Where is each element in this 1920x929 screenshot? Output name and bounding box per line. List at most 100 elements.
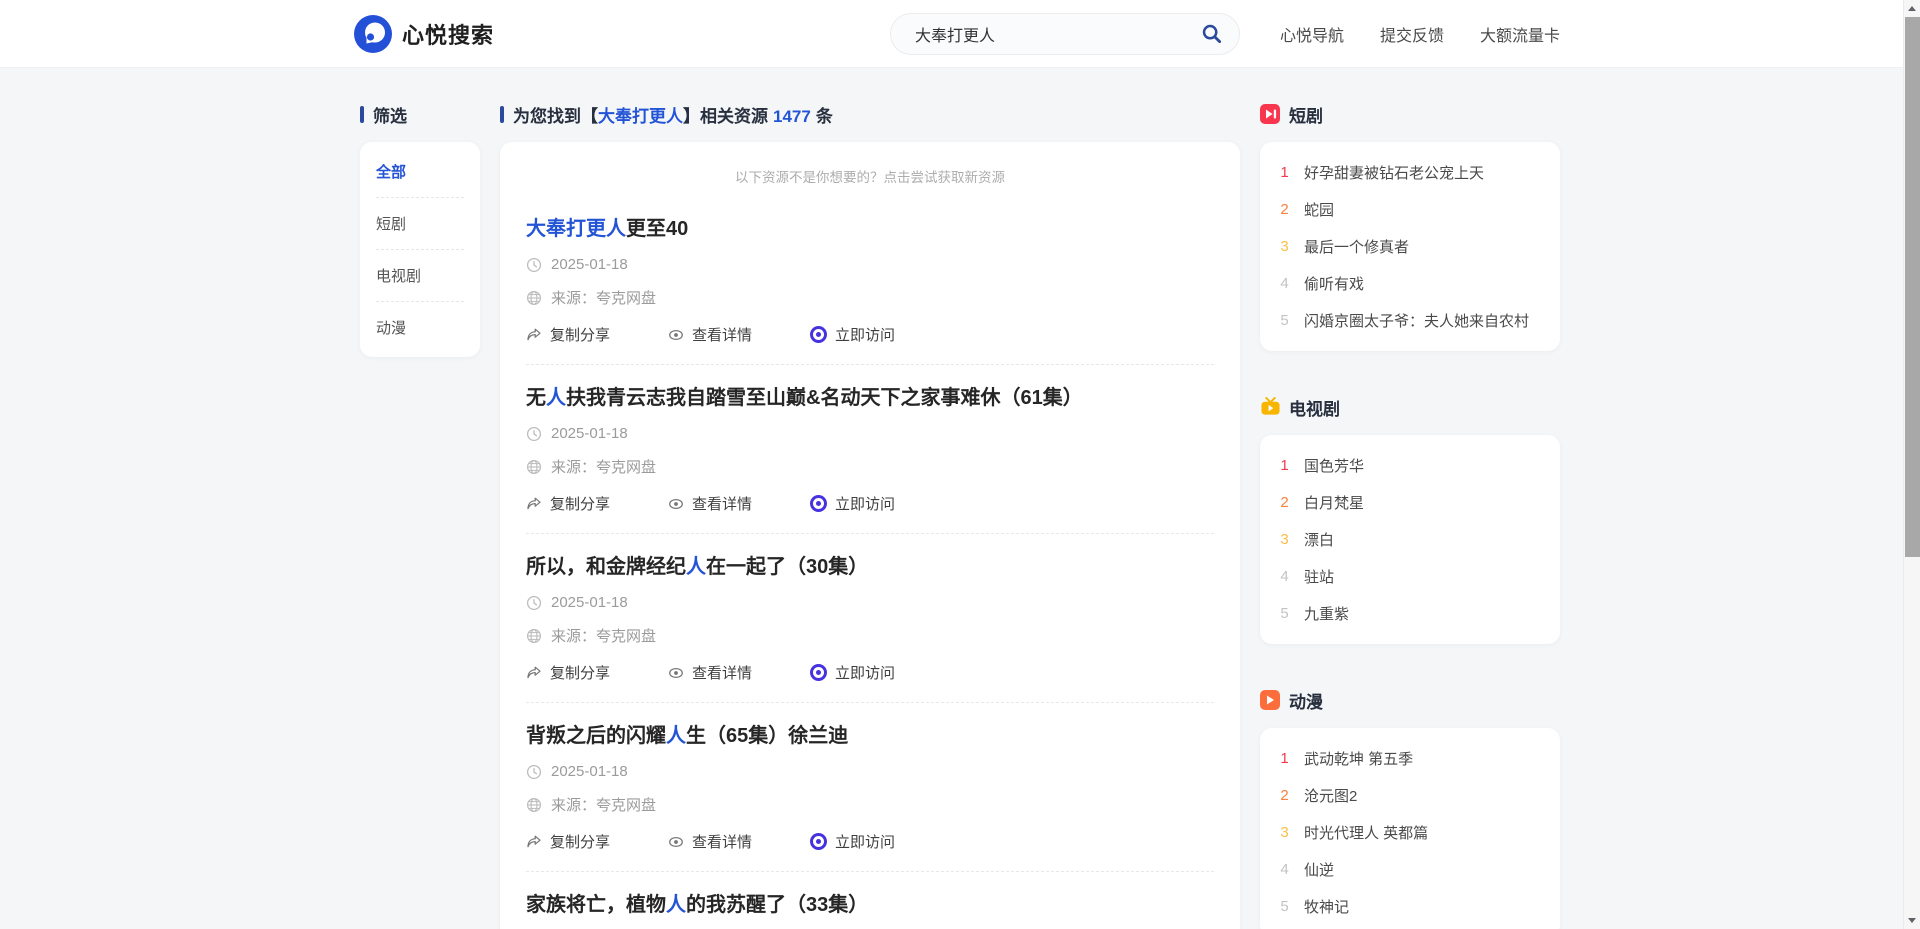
rank-item[interactable]: 5九重紫 [1278,595,1542,632]
copy-share-button[interactable]: 复制分享 [526,662,610,683]
copy-share-label: 复制分享 [550,662,610,683]
view-detail-button[interactable]: 查看详情 [668,831,752,852]
rank-title: 时光代理人 英都篇 [1304,822,1428,843]
clock-icon [526,257,542,273]
rank-title: 闪婚京圈太子爷：夫人她来自农村 [1304,310,1529,331]
rank-item[interactable]: 2白月梵星 [1278,484,1542,521]
view-detail-button[interactable]: 查看详情 [668,662,752,683]
results-header: 为您找到【大奉打更人】相关资源1477条 [500,102,1240,126]
globe-icon [526,290,542,306]
visit-now-button[interactable]: 立即访问 [810,831,895,852]
rank-item[interactable]: 1武动乾坤 第五季 [1278,740,1542,777]
rank-item[interactable]: 4 偷听有戏 [1278,265,1542,302]
filter-title: 筛选 [373,102,407,127]
rank-item[interactable]: 3最后一个修真者 [1278,228,1542,265]
nav-link-data-card[interactable]: 大额流量卡 [1480,22,1560,46]
result-date-row: 2025-01-18 [526,256,1214,273]
result-title[interactable]: 大奉打更人更至40 [526,212,1214,241]
search-button[interactable] [1199,21,1225,47]
rank-number: 5 [1278,605,1291,622]
rank-item[interactable]: 1好孕甜妻被钻石老公宠上天 [1278,154,1542,191]
share-icon [526,327,542,343]
rank-number: 2 [1278,787,1291,804]
visit-now-button[interactable]: 立即访问 [810,493,895,514]
result-title[interactable]: 家族将亡，植物人的我苏醒了（33集） [526,888,1214,917]
result-date: 2025-01-18 [551,425,628,442]
short-drama-icon [1260,104,1280,124]
rank-item[interactable]: 1国色芳华 [1278,447,1542,484]
rank-list: 1好孕甜妻被钻石老公宠上天2蛇园3最后一个修真者 4 偷听有戏 5闪婚京圈太子爷：夫人… [1278,154,1542,339]
rank-item[interactable]: 4驻站 [1278,558,1542,595]
rank-item[interactable]: 5牧神记 [1278,888,1542,925]
view-detail-label: 查看详情 [692,831,752,852]
result-title[interactable]: 无人扶我青云志我自踏雪至山巅&名动天下之家事难休（61集） [526,381,1214,410]
visit-icon [810,833,827,850]
rank-title: 白月梵星 [1304,492,1364,513]
filter-column: 筛选 全部短剧电视剧动漫 [360,102,480,357]
nav-link-navigation[interactable]: 心悦导航 [1280,22,1344,46]
visit-now-button[interactable]: 立即访问 [810,324,895,345]
result-source-row: 来源：夸克网盘 [526,456,1214,477]
copy-share-button[interactable]: 复制分享 [526,831,610,852]
result-actions: 复制分享 查看详情 立即访问 [526,324,1214,345]
view-detail-button[interactable]: 查看详情 [668,493,752,514]
rank-item[interactable]: 4仙逆 [1278,851,1542,888]
result-item: 所以，和金牌经纪人在一起了（30集） 2025-01-18 来源：夸克网盘 [526,534,1214,703]
result-title[interactable]: 背叛之后的闪耀人生（65集）徐兰迪 [526,719,1214,748]
rank-number: 4 [1278,275,1291,292]
copy-share-label: 复制分享 [550,324,610,345]
title-text: 家族将亡，植物 [526,894,666,916]
result-date: 2025-01-18 [551,594,628,611]
clock-icon [526,426,542,442]
brand-logo-icon [354,15,392,53]
rank-item[interactable]: 3时光代理人 英都篇 [1278,814,1542,851]
copy-share-label: 复制分享 [550,831,610,852]
rank-number: 1 [1278,164,1291,181]
copy-share-button[interactable]: 复制分享 [526,493,610,514]
scroll-up-button[interactable] [1904,0,1920,17]
result-date: 2025-01-18 [551,763,628,780]
scroll-down-button[interactable] [1904,912,1920,929]
rank-item[interactable]: 5闪婚京圈太子爷：夫人她来自农村 [1278,302,1542,339]
visit-now-label: 立即访问 [835,831,895,852]
globe-icon [526,797,542,813]
clock-icon [526,595,542,611]
refresh-resources-link[interactable]: 以下资源不是你想要的？点击尝试获取新资源 [526,162,1214,196]
rank-title: 偷听有戏 [1304,273,1364,294]
nav-link-feedback[interactable]: 提交反馈 [1380,22,1444,46]
filter-item-短剧[interactable]: 短剧 [376,198,464,250]
view-detail-button[interactable]: 查看详情 [668,324,752,345]
clock-icon [526,764,542,780]
result-item: 无人扶我青云志我自踏雪至山巅&名动天下之家事难休（61集） 2025-01-18… [526,365,1214,534]
filter-item-电视剧[interactable]: 电视剧 [376,250,464,302]
result-date-row: 2025-01-18 [526,594,1214,611]
search-box [890,13,1240,55]
visit-now-button[interactable]: 立即访问 [810,662,895,683]
filter-item-全部[interactable]: 全部 [376,146,464,198]
rank-item[interactable]: 3漂白 [1278,521,1542,558]
keyword-highlight: 大奉打更人 [526,218,626,240]
search-icon [1200,22,1224,46]
copy-share-button[interactable]: 复制分享 [526,324,610,345]
rank-item[interactable]: 2蛇园 [1278,191,1542,228]
brand-home-link[interactable]: 心悦搜索 [354,0,494,67]
rank-title: 驻站 [1304,566,1334,587]
filter-header: 筛选 [360,102,480,126]
result-actions: 复制分享 查看详情 立即访问 [526,662,1214,683]
title-text: 更至40 [626,218,688,240]
title-text: 生（65集）徐兰迪 [686,725,848,747]
result-source: 来源：夸克网盘 [551,287,656,308]
rank-title: 最后一个修真者 [1304,236,1409,257]
result-source-row: 来源：夸克网盘 [526,625,1214,646]
result-list: 大奉打更人更至40 2025-01-18 来源：夸克网盘 [526,196,1214,929]
arrow-up-icon [1908,6,1916,11]
visit-icon [810,495,827,512]
scrollbar-thumb[interactable] [1905,17,1920,557]
results-heading: 为您找到【大奉打更人】相关资源1477条 [513,102,833,127]
result-title[interactable]: 所以，和金牌经纪人在一起了（30集） [526,550,1214,579]
eye-icon [668,834,684,850]
rank-item[interactable]: 2沧元图2 [1278,777,1542,814]
search-input[interactable] [915,25,1199,43]
rank-number: 1 [1278,750,1291,767]
filter-item-动漫[interactable]: 动漫 [376,302,464,353]
